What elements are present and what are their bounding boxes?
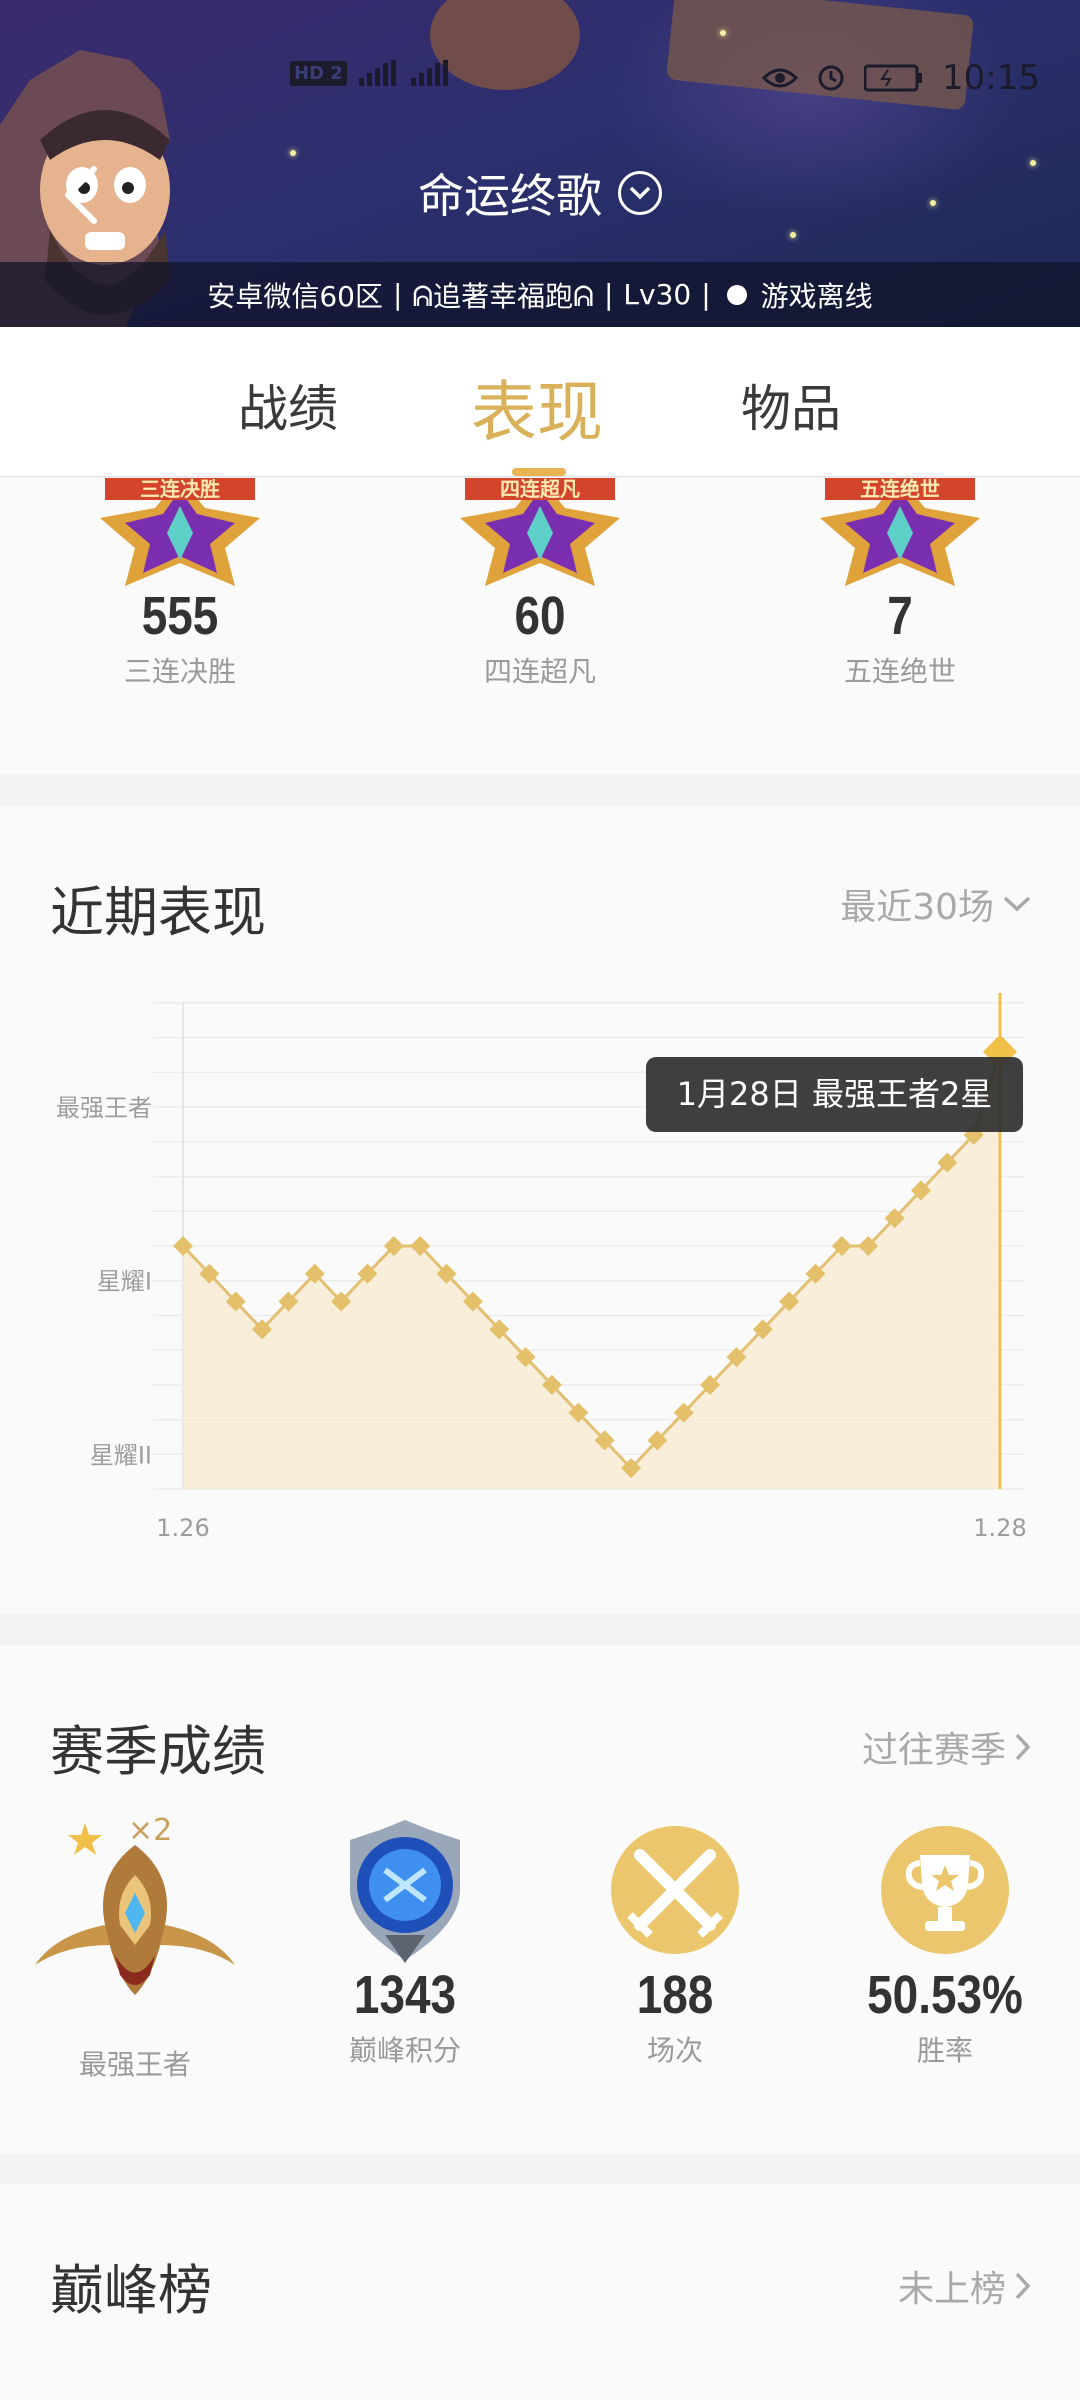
- separator: |: [392, 278, 403, 311]
- hero-selector[interactable]: 命运终歌: [0, 160, 1080, 226]
- server-name: 安卓微信60区: [207, 279, 383, 313]
- rank-stars-count: ×2: [128, 1813, 173, 1848]
- status-bar: HD 2 10:15: [0, 58, 1080, 98]
- signal-icon: [410, 60, 451, 86]
- background-star: [290, 150, 296, 156]
- background-star: [720, 30, 726, 36]
- tab-bar: 战绩 表现 物品: [0, 327, 1080, 477]
- matches-label: 场次: [646, 2034, 703, 2067]
- past-seasons-link[interactable]: 过往赛季: [862, 1721, 1032, 1773]
- peak-score-value: 1343: [353, 1965, 457, 2025]
- hd-indicator: HD 2: [290, 60, 347, 86]
- hero-title: 命运终歌: [418, 169, 602, 223]
- season-rank[interactable]: ×2 最强王者: [0, 1813, 270, 2083]
- chevron-down-circle-icon[interactable]: [618, 171, 662, 215]
- x-tick-label: 1.28: [973, 1514, 1026, 1542]
- medal-banner: 五连绝世: [860, 478, 940, 501]
- profile-header: HD 2 10:15 命运终歌 安卓微信60区 | ᕱ追著幸福跑ᕱ | Lv30…: [0, 0, 1080, 327]
- medal-count: 555: [141, 586, 219, 646]
- medal-banner: 四连超凡: [500, 478, 580, 501]
- player-info-bar: 安卓微信60区 | ᕱ追著幸福跑ᕱ | Lv30 | 游戏离线: [0, 262, 1080, 327]
- section-title: 巅峰榜: [50, 2259, 212, 2322]
- peak-leaderboard-section: 巅峰榜 未上榜: [0, 2184, 1080, 2400]
- chart-tooltip-text: 1月28日 最强王者2星: [677, 1075, 993, 1113]
- tab-performance[interactable]: 表现: [471, 359, 603, 455]
- section-title: 赛季成绩: [50, 1720, 266, 1783]
- leaderboard-status: 未上榜: [897, 2269, 1006, 2310]
- penta-kill-medal-icon: 五连绝世: [820, 478, 980, 586]
- medal-label: 五连绝世: [843, 655, 956, 688]
- online-status-dot: [726, 284, 747, 305]
- peak-score-icon: [350, 1820, 460, 1963]
- y-tick-label: 最强王者: [56, 1094, 152, 1122]
- active-tab-indicator: [512, 468, 566, 476]
- alarm-icon: [818, 65, 844, 91]
- trophy-icon: [881, 1826, 1009, 1954]
- medal-quadra-kill[interactable]: 四连超凡 60 四连超凡: [430, 478, 650, 690]
- medal-label: 三连决胜: [123, 655, 236, 688]
- medal-label: 四连超凡: [483, 655, 596, 688]
- win-rate-value: 50.53%: [867, 1965, 1023, 2025]
- win-rate-label: 胜率: [916, 2034, 973, 2067]
- medal-banner: 三连决胜: [140, 478, 220, 501]
- season-peak-score[interactable]: 1343 巅峰积分: [270, 1815, 540, 2069]
- clock: 10:15: [942, 58, 1040, 98]
- season-matches[interactable]: 188 场次: [540, 1815, 810, 2069]
- multi-kill-medals: 三连决胜 555 三连决胜 四连超凡 60 四连超凡 五连绝世 7 五连绝世: [0, 478, 1080, 775]
- medal-penta-kill[interactable]: 五连绝世 7 五连绝世: [790, 478, 1010, 690]
- eye-icon: [762, 68, 799, 88]
- season-stats-section: 赛季成绩 过往赛季 ×2 最强王者 1343 巅峰积分 188 场次 50.53…: [0, 1645, 1080, 2153]
- recent-performance-section: 近期表现 最近30场 星耀II 星耀I 最强王者 1.26 1.28 1月28日 最强王者…: [0, 806, 1080, 1614]
- season-win-rate[interactable]: 50.53% 胜率: [810, 1815, 1080, 2069]
- medal-count: 60: [514, 586, 566, 646]
- tab-items[interactable]: 物品: [741, 369, 841, 441]
- medal-count: 7: [887, 586, 913, 646]
- performance-line-chart[interactable]: 星耀II 星耀I 最强王者 1.26 1.28 1月28日 最强王者2星: [0, 806, 1080, 1614]
- crossed-swords-icon: [611, 1826, 739, 1954]
- triple-kill-medal-icon: 三连决胜: [100, 478, 260, 586]
- app-root: { "status_bar": {"network": "HD 2", "net…: [0, 0, 1080, 2400]
- peak-score-label: 巅峰积分: [348, 2034, 461, 2067]
- game-status: 游戏离线: [760, 279, 873, 313]
- signal-icon: [358, 60, 399, 86]
- player-name: ᕱ追著幸福跑ᕱ: [412, 279, 594, 313]
- x-tick-label: 1.26: [156, 1514, 209, 1542]
- separator: |: [603, 278, 614, 311]
- chevron-right-icon: [1015, 1733, 1031, 1761]
- battery-icon: [864, 64, 923, 92]
- matches-value: 188: [636, 1965, 714, 2025]
- background-star: [790, 232, 796, 238]
- y-tick-label: 星耀II: [90, 1441, 152, 1469]
- season-rank-label: 最强王者: [78, 2048, 191, 2081]
- separator: |: [701, 278, 711, 311]
- y-tick-label: 星耀I: [97, 1268, 152, 1296]
- past-seasons-label: 过往赛季: [861, 1730, 1006, 1771]
- tab-record[interactable]: 战绩: [238, 369, 338, 441]
- leaderboard-link[interactable]: 未上榜: [898, 2260, 1032, 2312]
- chevron-right-icon: [1015, 2272, 1031, 2300]
- quadra-kill-medal-icon: 四连超凡: [460, 478, 620, 586]
- player-level: Lv30: [623, 278, 692, 311]
- medal-triple-kill[interactable]: 三连决胜 555 三连决胜: [70, 478, 290, 690]
